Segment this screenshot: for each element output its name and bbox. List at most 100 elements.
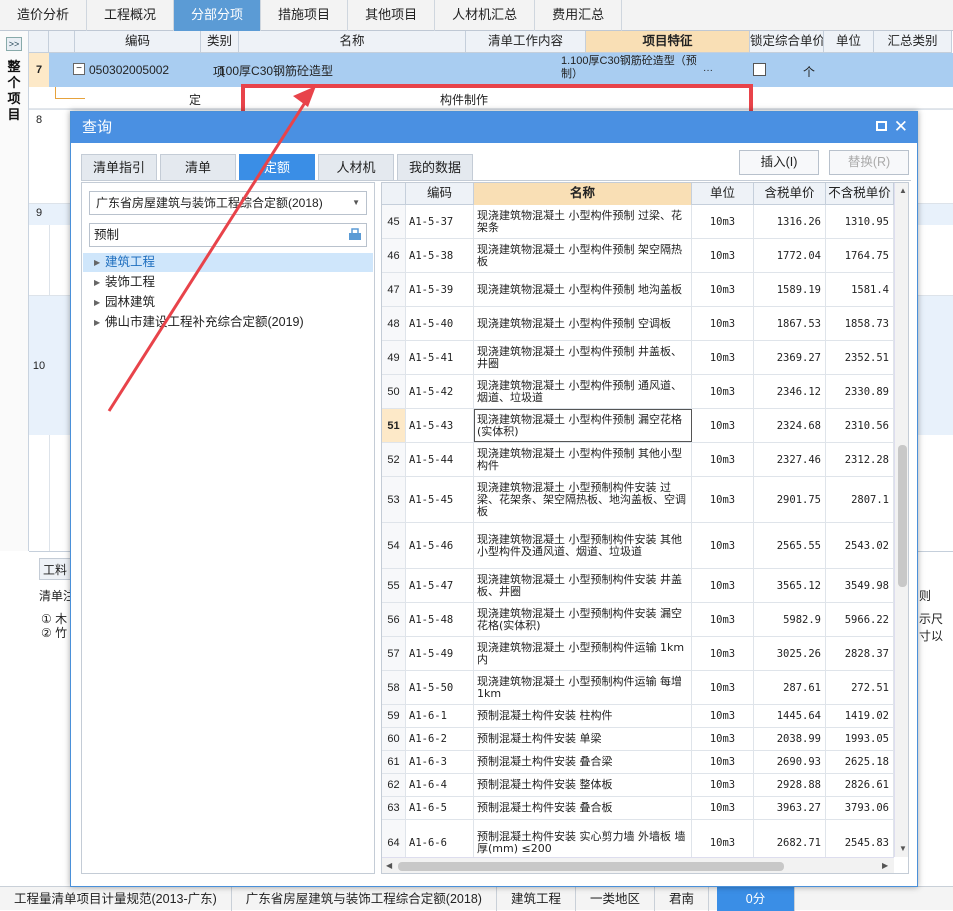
quota-tax-price: 2901.75: [754, 477, 826, 522]
whole-project-label[interactable]: 整个项目: [5, 59, 23, 123]
tree-item-decoration[interactable]: ▶ 装饰工程: [83, 273, 373, 292]
tab-labor-material-summary[interactable]: 人材机汇总: [435, 0, 536, 31]
grid-header-feature[interactable]: 项目特征: [586, 31, 750, 53]
quota-tax-price: 1589.19: [754, 273, 826, 306]
tab-cost-analysis[interactable]: 造价分析: [0, 0, 88, 31]
grid-header-unit[interactable]: 单位: [824, 31, 874, 53]
quota-row[interactable]: 58 A1-5-50 现浇建筑物混凝土 小型预制构件运输 每增1km 10m3 287.…: [382, 671, 894, 705]
tab-sub-items[interactable]: 分部分项: [174, 0, 262, 31]
scrollbar-thumb[interactable]: [898, 445, 907, 587]
item-code[interactable]: 050302005002: [89, 63, 169, 77]
collapse-toggle[interactable]: −: [73, 63, 85, 75]
quota-name: 现浇建筑物混凝土 小型构件预制 地沟盖板: [474, 273, 692, 306]
quota-unit: 10m3: [692, 728, 754, 750]
expand-panel-button[interactable]: >>: [6, 37, 22, 51]
tree-item-building[interactable]: ▶ 建筑工程: [83, 253, 373, 272]
quota-name: 现浇建筑物混凝土 小型预制构件运输 1km内: [474, 637, 692, 670]
close-icon[interactable]: ✕: [894, 115, 908, 139]
quota-row[interactable]: 55 A1-5-47 现浇建筑物混凝土 小型预制构件安装 井盖板、井圈 10m3 356…: [382, 569, 894, 603]
quota-row-number: 64: [382, 820, 406, 857]
status-spec: 工程量清单项目计量规范(2013-广东): [0, 886, 232, 911]
search-icon[interactable]: [348, 228, 362, 241]
lock-price-checkbox[interactable]: [753, 63, 766, 76]
quota-row[interactable]: 53 A1-5-45 现浇建筑物混凝土 小型预制构件安装 过梁、花架条、架空隔热板、…: [382, 477, 894, 523]
grid-header-work[interactable]: 清单工作内容: [466, 31, 586, 53]
item-feature[interactable]: 1.100厚C30钢筋砼造型（预制）: [561, 55, 711, 81]
quota-row[interactable]: 60 A1-6-2 预制混凝土构件安装 单梁 10m3 2038.99 1993.05: [382, 728, 894, 751]
vertical-scrollbar[interactable]: ▲ ▼: [894, 183, 908, 857]
maximize-icon[interactable]: [876, 121, 887, 131]
quota-row[interactable]: 54 A1-5-46 现浇建筑物混凝土 小型预制构件安装 其他小型构件及通风道、烟道…: [382, 523, 894, 569]
quota-row[interactable]: 52 A1-5-44 现浇建筑物混凝土 小型构件预制 其他小型构件 10m3 2327.…: [382, 443, 894, 477]
quota-notax-price: 3793.06: [826, 797, 894, 819]
quota-row[interactable]: 62 A1-6-4 预制混凝土构件安装 整体板 10m3 2928.88 2826.61: [382, 774, 894, 797]
qheader-tax-price[interactable]: 含税单价: [754, 183, 826, 205]
tab-list[interactable]: 清单: [160, 154, 236, 180]
replace-button[interactable]: 替换(R): [829, 150, 909, 175]
item-unit[interactable]: 个: [803, 63, 815, 80]
quota-row[interactable]: 61 A1-6-3 预制混凝土构件安装 叠合梁 10m3 2690.93 2625.18: [382, 751, 894, 774]
qheader-code[interactable]: 编码: [406, 183, 474, 205]
expand-arrow-icon[interactable]: ▶: [94, 313, 100, 332]
grid-header-code[interactable]: 编码: [75, 31, 201, 53]
tab-list-guide[interactable]: 清单指引: [81, 154, 157, 180]
grid-header-type[interactable]: 类别: [201, 31, 239, 53]
quota-row[interactable]: 48 A1-5-40 现浇建筑物混凝土 小型构件预制 空调板 10m3 1867.53 1…: [382, 307, 894, 341]
table-row[interactable]: 7 − 050302005002 项 100厚C30钢筋砼造型 1.100厚C3…: [29, 53, 953, 87]
quota-name: 现浇建筑物混凝土 小型构件预制 通风道、烟道、垃圾道: [474, 375, 692, 408]
quota-row[interactable]: 57 A1-5-49 现浇建筑物混凝土 小型预制构件运输 1km内 10m3 3025.…: [382, 637, 894, 671]
item-name[interactable]: 100厚C30钢筋砼造型: [219, 62, 441, 79]
tree-item-foshan[interactable]: ▶ 佛山市建设工程补充综合定额(2019): [83, 313, 373, 332]
quota-code: A1-5-42: [406, 375, 474, 408]
quota-row[interactable]: 64 A1-6-6 预制混凝土构件安装 实心剪力墙 外墙板 墙厚(mm) ≤200 1…: [382, 820, 894, 857]
dialog-title-bar[interactable]: 查询 ✕: [71, 112, 917, 143]
tab-measures[interactable]: 措施项目: [261, 0, 349, 31]
quota-row[interactable]: 45 A1-5-37 现浇建筑物混凝土 小型构件预制 过梁、花架条 10m3 1316.…: [382, 205, 894, 239]
expand-arrow-icon[interactable]: ▶: [94, 293, 100, 312]
tab-cost-summary[interactable]: 费用汇总: [535, 0, 623, 31]
insert-button[interactable]: 插入(I): [739, 150, 819, 175]
quota-tax-price: 5982.9: [754, 603, 826, 636]
quota-code: A1-5-43: [406, 409, 474, 442]
quota-tax-price: 3963.27: [754, 797, 826, 819]
quota-row[interactable]: 50 A1-5-42 现浇建筑物混凝土 小型构件预制 通风道、烟道、垃圾道 10m3 2…: [382, 375, 894, 409]
quota-row[interactable]: 47 A1-5-39 现浇建筑物混凝土 小型构件预制 地沟盖板 10m3 1589.19…: [382, 273, 894, 307]
expand-arrow-icon[interactable]: ▶: [94, 253, 100, 272]
qheader-unit[interactable]: 单位: [692, 183, 754, 205]
tab-quota[interactable]: 定额: [239, 154, 315, 180]
tree-label: 佛山市建设工程补充综合定额(2019): [105, 315, 304, 329]
tab-my-data[interactable]: 我的数据: [397, 154, 473, 180]
qheader-notax-price[interactable]: 不含税单价: [826, 183, 894, 205]
score-badge[interactable]: 0分: [716, 886, 795, 911]
item-type[interactable]: 定: [189, 91, 201, 108]
feature-ellipsis-button[interactable]: ···: [703, 65, 713, 76]
scrollbar-thumb[interactable]: [398, 862, 784, 871]
detail-tab[interactable]: 工料: [39, 558, 71, 580]
grid-header-name[interactable]: 名称: [239, 31, 466, 53]
quota-row[interactable]: 49 A1-5-41 现浇建筑物混凝土 小型构件预制 井盖板、井圈 10m3 2369.…: [382, 341, 894, 375]
quota-row[interactable]: 46 A1-5-38 现浇建筑物混凝土 小型构件预制 架空隔热板 10m3 1772.0…: [382, 239, 894, 273]
horizontal-scrollbar[interactable]: ◀ ▶: [382, 857, 894, 873]
grid-header-blank: [49, 31, 75, 53]
tab-project-overview[interactable]: 工程概况: [87, 0, 175, 31]
qheader-name[interactable]: 名称: [474, 183, 692, 205]
tab-other-items[interactable]: 其他项目: [348, 0, 436, 31]
quota-name: 现浇建筑物混凝土 小型预制构件安装 过梁、花架条、架空隔热板、地沟盖板、空调板: [474, 477, 692, 522]
tab-labor-material[interactable]: 人材机: [318, 154, 394, 180]
quota-unit: 10m3: [692, 751, 754, 773]
search-input[interactable]: 预制: [89, 223, 367, 247]
quota-row[interactable]: 63 A1-6-5 预制混凝土构件安装 叠合板 10m3 3963.27 3793.06: [382, 797, 894, 820]
grid-header-lock-price[interactable]: 锁定综合单价: [750, 31, 824, 53]
quota-row[interactable]: 51 A1-5-43 现浇建筑物混凝土 小型构件预制 漏空花格(实体积) 10m3 23…: [382, 409, 894, 443]
tree-item-garden[interactable]: ▶ 园林建筑: [83, 293, 373, 312]
quota-library-select[interactable]: 广东省房屋建筑与装饰工程综合定额(2018) ▼: [89, 191, 367, 215]
grid-header-summary-type[interactable]: 汇总类别: [874, 31, 952, 53]
quota-tax-price: 3025.26: [754, 637, 826, 670]
quota-unit: 10m3: [692, 603, 754, 636]
quota-row[interactable]: 56 A1-5-48 现浇建筑物混凝土 小型预制构件安装 漏空花格(实体积) 10m3…: [382, 603, 894, 637]
dialog-title: 查询: [82, 119, 113, 136]
expand-arrow-icon[interactable]: ▶: [94, 273, 100, 292]
dialog-tab-bar: 清单指引 清单 定额 人材机 我的数据: [81, 154, 476, 180]
quota-row[interactable]: 59 A1-6-1 预制混凝土构件安装 柱构件 10m3 1445.64 1419.02: [382, 705, 894, 728]
quota-code: A1-5-45: [406, 477, 474, 522]
